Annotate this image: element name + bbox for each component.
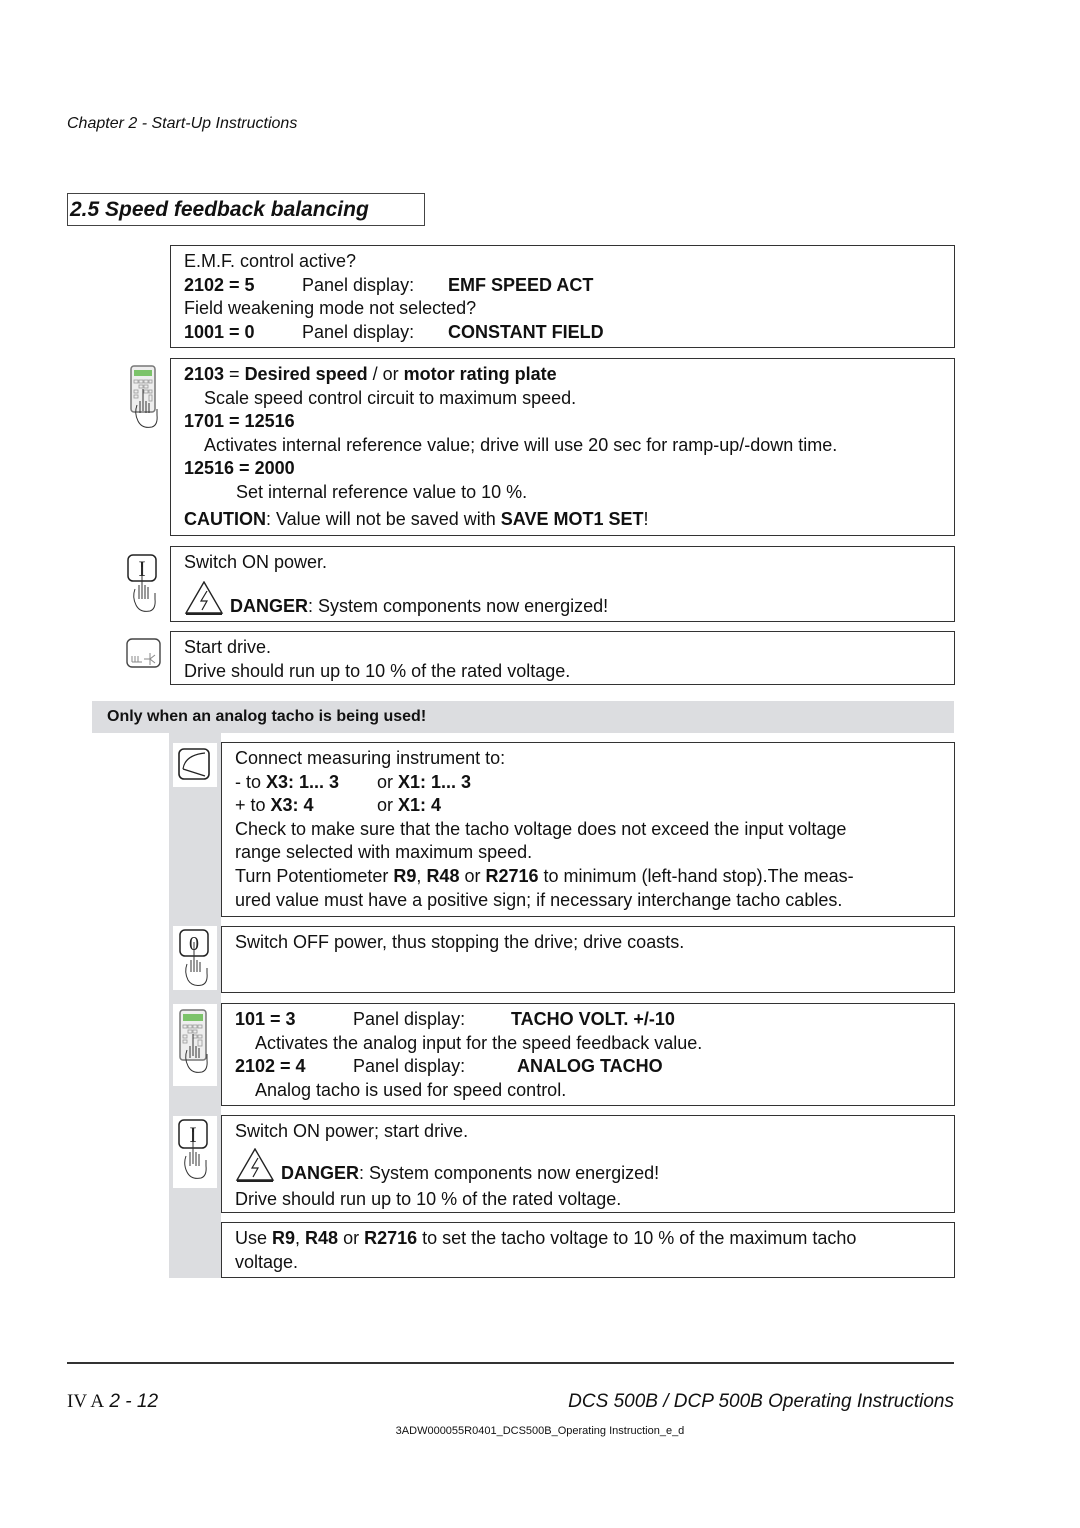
minus-terminal-label: - to — [235, 771, 267, 792]
connect-text: Connect measuring instrument to: — [235, 748, 506, 768]
caution-end: ! — [643, 508, 649, 529]
emf-check-box: E.M.F. control active? 2102 = 5 Panel dis… — [170, 245, 955, 348]
panel-display-value: ANALOG TACHO — [517, 1056, 663, 1077]
comma: , — [416, 865, 427, 886]
footer-doc-id: 3ADW000055R0401_DCS500B_Operating Instru… — [395, 1425, 685, 1437]
ramp-description: Activates internal reference value; driv… — [204, 434, 838, 455]
param-code: 1701 = 12516 — [184, 411, 295, 432]
adjust-text-cont: voltage. — [235, 1251, 299, 1272]
switch-on-box: Switch ON power. DANGER: System componen… — [170, 546, 955, 622]
adjust-tacho-box: Use R9, R48 or R2716 to set the tacho vo… — [221, 1222, 955, 1278]
switch-on-start-text: Switch ON power; start drive. — [235, 1121, 469, 1141]
plus-terminal-label: + to — [235, 795, 271, 816]
panel-display-label: Panel display: — [353, 1056, 466, 1077]
or-text: or — [377, 771, 399, 792]
param-description: Analog tacho is used for speed control. — [255, 1079, 567, 1100]
terminal-x1-4: X1: 4 — [398, 795, 442, 816]
high-voltage-warning-icon — [184, 580, 224, 622]
tacho-switch-on-box: Switch ON power; start drive. DANGER: Sy… — [221, 1115, 955, 1213]
equals-sign: = — [224, 364, 245, 384]
motor-rating-plate-text: motor rating plate — [403, 364, 557, 384]
roman-section: IV A — [67, 1391, 105, 1412]
param-description: Activates the analog input for the speed… — [255, 1032, 703, 1053]
minimum-text: to minimum (left-hand stop).The meas- — [538, 865, 854, 886]
field-weakening-question: Field weakening mode not selected? — [184, 298, 477, 319]
param-code: 2103 — [184, 364, 225, 384]
start-drive-text: Start drive. — [184, 637, 272, 657]
use-text: Use — [235, 1228, 273, 1248]
desired-speed-text: Desired speed — [244, 364, 368, 384]
reference-description: Set internal reference value to 10 %. — [236, 481, 528, 502]
param-code: 12516 = 2000 — [184, 458, 295, 479]
keypad-hand-icon — [124, 365, 168, 428]
save-mot1-set-text: SAVE MOT1 SET — [500, 508, 644, 529]
pot-r9: R9 — [393, 865, 417, 886]
emf-question: E.M.F. control active? — [184, 251, 357, 271]
scale-description: Scale speed control circuit to maximum s… — [204, 387, 577, 408]
panel-display-value: CONSTANT FIELD — [448, 321, 604, 342]
pot-r9: R9 — [272, 1228, 296, 1248]
or-text: or — [338, 1228, 365, 1248]
adjust-text: to set the tacho voltage to 10 % of the … — [417, 1228, 857, 1248]
potentiometer-text: Turn Potentiometer — [235, 865, 394, 886]
param-code: 2102 = 5 — [184, 274, 255, 295]
scale-speed-box: 2103 = Desired speed / or motor rating p… — [170, 358, 955, 536]
power-on-button-hand-icon: I — [124, 553, 168, 615]
param-code: 101 = 3 — [235, 1009, 296, 1029]
start-drive-icon — [124, 637, 168, 699]
terminal-x3-range: X3: 1... 3 — [266, 771, 340, 792]
tacho-params-box: 101 = 3 Panel display: TACHO VOLT. +/-10 A… — [221, 1003, 955, 1106]
or-text: or — [459, 865, 486, 886]
page-number: 2 - 12 — [109, 1391, 159, 1412]
footer-divider — [67, 1362, 954, 1364]
pot-r48: R48 — [305, 1228, 339, 1248]
caution-label: CAUTION — [184, 508, 266, 529]
connect-instrument-box: Connect measuring instrument to: - to X3… — [221, 742, 955, 917]
danger-text: : System components now energized! — [308, 595, 609, 616]
panel-display-label: Panel display: — [353, 1009, 466, 1029]
measuring-instrument-icon — [173, 743, 217, 787]
keypad-hand-icon — [173, 1004, 217, 1086]
caution-text: : Value will not be saved with — [266, 508, 501, 529]
pot-r2716: R2716 — [364, 1228, 418, 1248]
or-text: or — [377, 795, 399, 816]
positive-sign-text: ured value must have a positive sign; if… — [235, 889, 843, 910]
danger-text: : System components now energized! — [359, 1162, 660, 1183]
check-voltage-text: Check to make sure that the tacho voltag… — [235, 818, 847, 839]
panel-display-value: EMF SPEED ACT — [448, 274, 594, 295]
run-up-text: Drive should run up to 10 % of the rated… — [235, 1189, 622, 1210]
switch-on-text: Switch ON power. — [184, 552, 328, 572]
danger-label: DANGER — [281, 1162, 360, 1183]
range-text: range selected with maximum speed. — [235, 842, 533, 863]
analog-tacho-banner: Only when an analog tacho is being used! — [92, 701, 954, 733]
chapter-header: Chapter 2 - Start-Up Instructions — [67, 115, 298, 132]
param-code: 2102 = 4 — [235, 1056, 306, 1077]
pot-r2716: R2716 — [485, 865, 539, 886]
panel-display-label: Panel display: — [302, 274, 415, 295]
footer-doc-title: DCS 500B / DCP 500B Operating Instructio… — [568, 1391, 954, 1412]
high-voltage-warning-icon — [235, 1147, 275, 1189]
comma: , — [295, 1228, 306, 1248]
power-on-button-hand-icon: I — [173, 1116, 217, 1188]
switch-off-text: Switch OFF power, thus stopping the driv… — [235, 932, 685, 952]
terminal-x1-range: X1: 1... 3 — [398, 771, 472, 792]
start-drive-box: Start drive. Drive should run up to 10 %… — [170, 631, 955, 685]
pot-r48: R48 — [426, 865, 460, 886]
switch-off-box: Switch OFF power, thus stopping the driv… — [221, 926, 955, 993]
param-code: 1001 = 0 — [184, 321, 255, 342]
footer-page-number: IV A 2 - 12 — [67, 1391, 158, 1413]
panel-display-value: TACHO VOLT. +/-10 — [511, 1009, 675, 1029]
danger-label: DANGER — [230, 595, 309, 616]
or-text: / or — [367, 364, 404, 384]
run-up-text: Drive should run up to 10 % of the rated… — [184, 660, 571, 681]
section-title: 2.5 Speed feedback balancing — [67, 193, 425, 226]
panel-display-label: Panel display: — [302, 321, 415, 342]
power-off-button-hand-icon: 0 — [173, 926, 217, 990]
terminal-x3-4: X3: 4 — [270, 795, 314, 816]
